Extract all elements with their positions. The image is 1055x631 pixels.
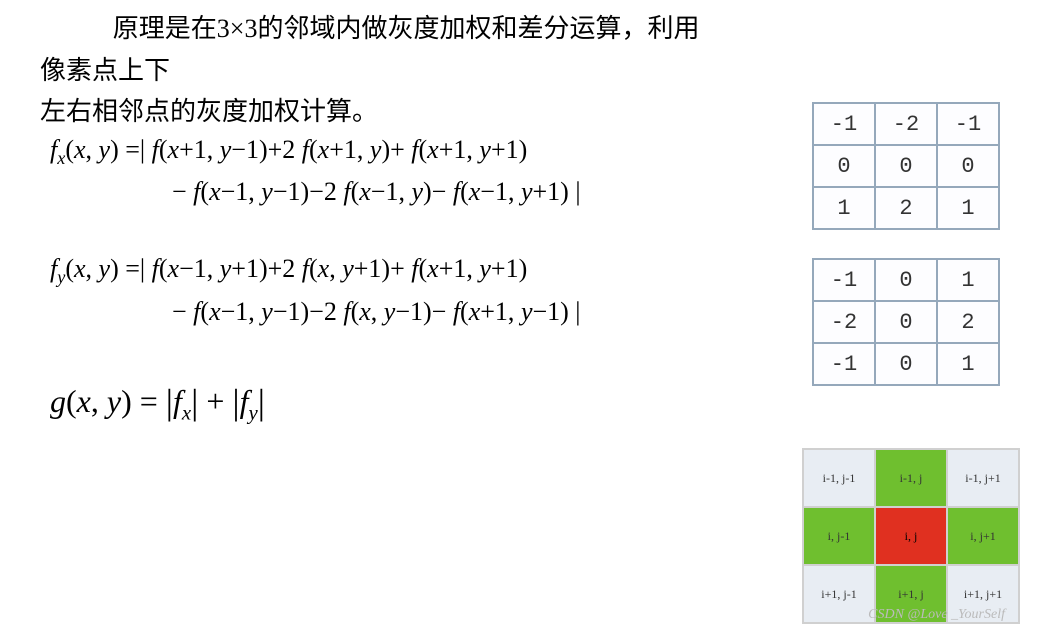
equation-fx: fx(x, y) =| f(x+1, y−1)+2 f(x+1, y)+ f(x…: [50, 130, 700, 211]
kernel-cell: -2: [875, 103, 937, 145]
equation-fy-line1: fy(x, y) =| f(x−1, y+1)+2 f(x, y+1)+ f(x…: [50, 249, 700, 291]
equation-g: g(x, y) = |fx| + |fy|: [50, 381, 700, 425]
kernel-cell: 2: [937, 301, 999, 343]
equation-fy: fy(x, y) =| f(x−1, y+1)+2 f(x, y+1)+ f(x…: [50, 249, 700, 330]
watermark: CSDN @Love _YourSelf: [868, 607, 1005, 623]
math-block: fx(x, y) =| f(x+1, y−1)+2 f(x+1, y)+ f(x…: [50, 130, 700, 425]
kernel-cell: 0: [937, 145, 999, 187]
kernel-cell: 0: [875, 259, 937, 301]
neighbor-cell: i+1, j-1: [803, 565, 875, 623]
kernel-cell: 0: [813, 145, 875, 187]
kernel-cell: 0: [875, 301, 937, 343]
neighbor-grid: i-1, j-1 i-1, j i-1, j+1 i, j-1 i, j i, …: [802, 448, 1020, 624]
intro-paragraph: 原理是在3×3的邻域内做灰度加权和差分运算，利用像素点上下 左右相邻点的灰度加权…: [40, 8, 705, 133]
kernel-cell: 1: [937, 343, 999, 385]
kernel-cell: -1: [937, 103, 999, 145]
equation-fx-line2: − f(x−1, y−1)−2 f(x−1, y)− f(x−1, y+1) |: [50, 172, 700, 211]
neighbor-cell: i-1, j-1: [803, 449, 875, 507]
neighbor-cell: i-1, j: [875, 449, 947, 507]
kernel-cell: -2: [813, 301, 875, 343]
sobel-kernel-y: -1 0 1 -2 0 2 -1 0 1: [812, 258, 1000, 386]
kernel-cell: -1: [813, 343, 875, 385]
neighbor-cell: i-1, j+1: [947, 449, 1019, 507]
kernel-cell: 0: [875, 145, 937, 187]
equation-fx-line1: fx(x, y) =| f(x+1, y−1)+2 f(x+1, y)+ f(x…: [50, 130, 700, 172]
kernel-cell: 1: [937, 259, 999, 301]
kernel-cell: -1: [813, 259, 875, 301]
sobel-kernel-x: -1 -2 -1 0 0 0 1 2 1: [812, 102, 1000, 230]
neighbor-cell: i, j-1: [803, 507, 875, 565]
kernel-cell: 2: [875, 187, 937, 229]
intro-line2: 左右相邻点的灰度加权计算。: [40, 91, 705, 133]
kernel-cell: 0: [875, 343, 937, 385]
intro-line1: 原理是在3×3的邻域内做灰度加权和差分运算，利用像素点上下: [40, 8, 705, 91]
neighbor-cell-center: i, j: [875, 507, 947, 565]
kernel-cell: 1: [813, 187, 875, 229]
kernel-cell: 1: [937, 187, 999, 229]
kernel-cell: -1: [813, 103, 875, 145]
equation-fy-line2: − f(x−1, y−1)−2 f(x, y−1)− f(x+1, y−1) |: [50, 292, 700, 331]
neighbor-cell: i, j+1: [947, 507, 1019, 565]
